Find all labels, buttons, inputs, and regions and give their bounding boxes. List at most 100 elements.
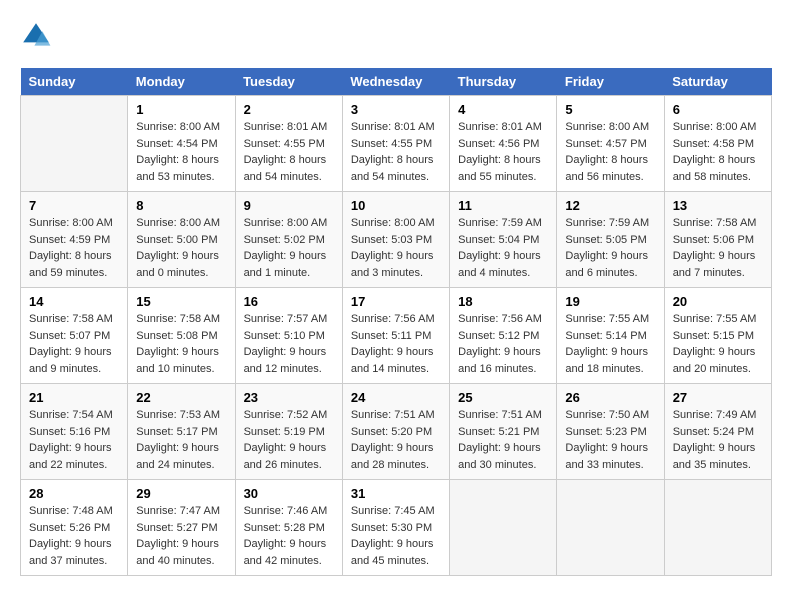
daylight-text: Daylight: 9 hours and 9 minutes. [29,346,112,375]
calendar-cell: 12Sunrise: 7:59 AMSunset: 5:05 PMDayligh… [557,192,664,288]
daylight-text: Daylight: 9 hours and 22 minutes. [29,442,112,471]
calendar-cell: 3 Sunrise: 8:01 AMSunset: 4:55 PMDaylight… [342,96,449,192]
day-info: Sunrise: 7:55 AMSunset: 5:15 PMDaylight:… [673,311,763,377]
daylight-text: Daylight: 9 hours and 12 minutes. [244,346,327,375]
day-info: Sunrise: 7:51 AMSunset: 5:21 PMDaylight:… [458,407,548,473]
day-number: 14 [29,294,119,309]
day-number: 9 [244,198,334,213]
sunrise-text: Sunrise: 7:52 AM [244,409,328,421]
daylight-text: Daylight: 9 hours and 16 minutes. [458,346,541,375]
calendar-cell: 20 Sunrise: 7:55 AMSunset: 5:15 PMDayligh… [664,288,771,384]
day-number: 15 [136,294,226,309]
logo [20,20,56,52]
day-info: Sunrise: 8:00 AMSunset: 4:57 PMDaylight:… [565,119,655,185]
weekday-header-wednesday: Wednesday [342,68,449,96]
calendar-cell [557,480,664,576]
day-number: 26 [565,390,655,405]
day-info: Sunrise: 8:00 AMSunset: 4:54 PMDaylight:… [136,119,226,185]
day-info: Sunrise: 7:45 AMSunset: 5:30 PMDaylight:… [351,503,441,569]
day-number: 13 [673,198,763,213]
daylight-text: Daylight: 9 hours and 40 minutes. [136,538,219,567]
daylight-text: Daylight: 8 hours and 54 minutes. [244,154,327,183]
sunset-text: Sunset: 5:30 PM [351,522,432,534]
calendar-cell: 6Sunrise: 8:00 AMSunset: 4:58 PMDaylight… [664,96,771,192]
day-info: Sunrise: 7:58 AMSunset: 5:07 PMDaylight:… [29,311,119,377]
daylight-text: Daylight: 9 hours and 33 minutes. [565,442,648,471]
week-row-3: 14 Sunrise: 7:58 AMSunset: 5:07 PMDayligh… [21,288,772,384]
sunrise-text: Sunrise: 7:57 AM [244,313,328,325]
sunrise-text: Sunrise: 7:59 AM [458,217,542,229]
day-number: 8 [136,198,226,213]
sunrise-text: Sunrise: 7:58 AM [136,313,220,325]
daylight-text: Daylight: 9 hours and 18 minutes. [565,346,648,375]
day-number: 21 [29,390,119,405]
sunrise-text: Sunrise: 7:50 AM [565,409,649,421]
week-row-5: 28Sunrise: 7:48 AMSunset: 5:26 PMDayligh… [21,480,772,576]
calendar-cell: 25Sunrise: 7:51 AMSunset: 5:21 PMDayligh… [450,384,557,480]
sunrise-text: Sunrise: 7:49 AM [673,409,757,421]
day-number: 6 [673,102,763,117]
daylight-text: Daylight: 9 hours and 26 minutes. [244,442,327,471]
calendar-cell: 9Sunrise: 8:00 AMSunset: 5:02 PMDaylight… [235,192,342,288]
day-info: Sunrise: 8:00 AMSunset: 4:59 PMDaylight:… [29,215,119,281]
daylight-text: Daylight: 8 hours and 59 minutes. [29,250,112,279]
sunset-text: Sunset: 5:21 PM [458,426,539,438]
calendar-cell: 31Sunrise: 7:45 AMSunset: 5:30 PMDayligh… [342,480,449,576]
daylight-text: Daylight: 9 hours and 20 minutes. [673,346,756,375]
calendar-cell: 29Sunrise: 7:47 AMSunset: 5:27 PMDayligh… [128,480,235,576]
sunset-text: Sunset: 5:05 PM [565,234,646,246]
sunset-text: Sunset: 5:17 PM [136,426,217,438]
day-number: 3 [351,102,441,117]
sunrise-text: Sunrise: 7:53 AM [136,409,220,421]
day-info: Sunrise: 7:49 AMSunset: 5:24 PMDaylight:… [673,407,763,473]
sunrise-text: Sunrise: 8:00 AM [673,121,757,133]
day-info: Sunrise: 7:46 AMSunset: 5:28 PMDaylight:… [244,503,334,569]
calendar-cell: 26 Sunrise: 7:50 AM Sunset: 5:23 PM Dayligh… [557,384,664,480]
day-info: Sunrise: 8:01 AMSunset: 4:55 PMDaylight:… [351,119,441,185]
sunset-text: Sunset: 5:03 PM [351,234,432,246]
sunrise-text: Sunrise: 8:00 AM [244,217,328,229]
daylight-text: Daylight: 8 hours and 58 minutes. [673,154,756,183]
weekday-header-row: SundayMondayTuesdayWednesdayThursdayFrid… [21,68,772,96]
sunrise-text: Sunrise: 7:55 AM [565,313,649,325]
calendar-cell: 2Sunrise: 8:01 AMSunset: 4:55 PMDaylight… [235,96,342,192]
daylight-text: Daylight: 8 hours and 54 minutes. [351,154,434,183]
day-number: 20 [673,294,763,309]
daylight-text: Daylight: 9 hours and 0 minutes. [136,250,219,279]
sunrise-text: Sunrise: 7:56 AM [458,313,542,325]
daylight-text: Daylight: 9 hours and 35 minutes. [673,442,756,471]
calendar-cell: 10Sunrise: 8:00 AMSunset: 5:03 PMDayligh… [342,192,449,288]
calendar-cell: 27 Sunrise: 7:49 AMSunset: 5:24 PMDayligh… [664,384,771,480]
sunrise-text: Sunrise: 8:00 AM [136,217,220,229]
week-row-4: 21Sunrise: 7:54 AMSunset: 5:16 PMDayligh… [21,384,772,480]
sunset-text: Sunset: 5:26 PM [29,522,110,534]
weekday-header-saturday: Saturday [664,68,771,96]
daylight-text: Daylight: 8 hours and 56 minutes. [565,154,648,183]
sunset-text: Sunset: 4:59 PM [29,234,110,246]
calendar-cell: 18Sunrise: 7:56 AMSunset: 5:12 PMDayligh… [450,288,557,384]
calendar-cell: 4Sunrise: 8:01 AMSunset: 4:56 PMDaylight… [450,96,557,192]
day-number: 2 [244,102,334,117]
sunrise-text: Sunrise: 8:00 AM [565,121,649,133]
day-number: 23 [244,390,334,405]
sunset-text: Sunset: 5:02 PM [244,234,325,246]
calendar-cell: 14 Sunrise: 7:58 AMSunset: 5:07 PMDayligh… [21,288,128,384]
sunrise-text: Sunrise: 7:51 AM [458,409,542,421]
day-info: Sunrise: 7:52 AMSunset: 5:19 PMDaylight:… [244,407,334,473]
sunset-text: Sunset: 5:23 PM [565,426,646,438]
day-number: 11 [458,198,548,213]
sunset-text: Sunset: 5:28 PM [244,522,325,534]
weekday-header-sunday: Sunday [21,68,128,96]
sunset-text: Sunset: 5:20 PM [351,426,432,438]
sunset-text: Sunset: 5:04 PM [458,234,539,246]
sunrise-text: Sunrise: 7:58 AM [29,313,113,325]
sunset-text: Sunset: 5:00 PM [136,234,217,246]
calendar-cell: 19Sunrise: 7:55 AMSunset: 5:14 PMDayligh… [557,288,664,384]
sunrise-text: Sunrise: 7:55 AM [673,313,757,325]
day-number: 27 [673,390,763,405]
day-number: 30 [244,486,334,501]
daylight-text: Daylight: 9 hours and 28 minutes. [351,442,434,471]
calendar-cell: 13Sunrise: 7:58 AMSunset: 5:06 PMDayligh… [664,192,771,288]
daylight-text: Daylight: 9 hours and 3 minutes. [351,250,434,279]
calendar-cell: 28Sunrise: 7:48 AMSunset: 5:26 PMDayligh… [21,480,128,576]
